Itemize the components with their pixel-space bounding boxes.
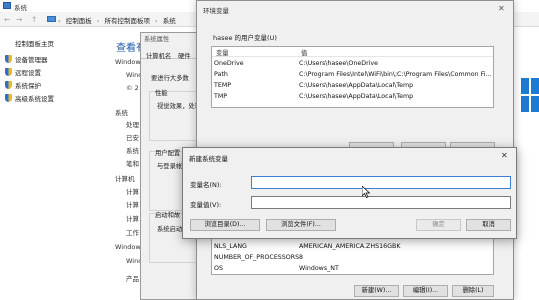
shield-icon <box>5 94 12 102</box>
system-properties-tabs: 计算机名 硬件 <box>141 47 203 60</box>
new-variable-dialog-title: 新建系统变量 <box>189 155 228 163</box>
mouse-cursor-icon <box>362 186 370 198</box>
main-text: 计算 <box>126 188 139 196</box>
main-text: 工作 <box>126 229 139 237</box>
system-variables-list[interactable]: NLS_LANG AMERICAN_AMERICA.ZHS16GBK NUMBE… <box>211 237 494 275</box>
list-item[interactable]: OneDrive C:\Users\hasee\OneDrive <box>212 59 493 70</box>
main-text: 笔和 <box>126 160 139 168</box>
system-window-title: 系统 <box>14 4 27 12</box>
sp-text: 与登录帐 <box>157 163 183 170</box>
forward-arrow-icon[interactable]: → <box>16 15 22 24</box>
main-text: © 2 <box>126 84 139 92</box>
system-edit-button[interactable]: 编辑(I)... <box>403 285 448 297</box>
new-system-variable-dialog: 新建系统变量 ✕ 变量名(N): 变量值(V): 浏览目录(D)... 浏览文件… <box>182 147 517 239</box>
main-text: Window <box>115 58 141 66</box>
startup-recovery-label: 启动和故 <box>155 212 181 219</box>
shield-icon <box>5 55 12 63</box>
control-panel-home-link[interactable]: 控制面板主页 <box>15 38 54 48</box>
browse-file-button[interactable]: 浏览文件(F)... <box>266 219 336 231</box>
main-text: 产品 <box>126 275 139 283</box>
column-header-variable[interactable]: 变量 <box>216 48 229 57</box>
cancel-button[interactable]: 取消 <box>466 219 511 231</box>
browse-directory-button[interactable]: 浏览目录(D)... <box>190 219 260 231</box>
remote-settings-link[interactable]: 远程设置 <box>5 67 41 77</box>
main-text: Window <box>115 243 141 251</box>
close-icon[interactable]: ✕ <box>498 4 505 13</box>
list-item[interactable]: NLS_LANG AMERICAN_AMERICA.ZHS16GBK <box>212 242 493 253</box>
performance-group <box>149 91 201 141</box>
main-text: 计算机 <box>115 175 135 183</box>
breadcrumb-item[interactable]: 所有控制面板项 <box>104 17 150 25</box>
main-text: 系统 <box>115 109 128 117</box>
shield-icon <box>5 81 12 89</box>
tab-hardware[interactable]: 硬件 <box>178 51 191 60</box>
system-delete-button[interactable]: 删除(L) <box>452 285 494 297</box>
advanced-system-settings-link[interactable]: 高级系统设置 <box>5 93 54 103</box>
windows-logo-icon <box>521 78 539 112</box>
device-manager-link[interactable]: 设备管理器 <box>5 54 48 64</box>
close-icon[interactable]: ✕ <box>501 151 508 160</box>
up-arrow-icon[interactable]: ↑ <box>31 15 37 24</box>
system-window-icon <box>3 2 11 9</box>
list-item[interactable]: OS Windows_NT <box>212 264 493 274</box>
variable-value-label: 变量值(V): <box>190 201 222 209</box>
breadcrumb: › 控制面板 › 所有控制面板项 › 系统 <box>58 17 176 25</box>
ok-button[interactable]: 确定 <box>416 219 461 231</box>
computer-icon <box>47 16 56 22</box>
sp-text: 视觉效果，处理 <box>157 103 202 110</box>
variable-value-input[interactable] <box>251 196 511 209</box>
user-variables-list[interactable]: 变量 值 OneDrive C:\Users\hasee\OneDrive Pa… <box>211 46 494 108</box>
sp-text: 系统启动 <box>157 226 183 233</box>
sp-text: 要进行大多数 <box>151 75 189 82</box>
back-arrow-icon[interactable]: ← <box>4 15 10 24</box>
breadcrumb-item[interactable]: 控制面板 <box>66 17 92 25</box>
variable-name-input[interactable] <box>251 176 511 189</box>
list-header: 变量 值 <box>212 47 493 57</box>
list-item[interactable]: TMP C:\Users\hasee\AppData\Local\Temp <box>212 92 493 103</box>
variable-name-label: 变量名(N): <box>190 181 222 189</box>
user-profiles-label: 用户配置 <box>155 150 181 157</box>
list-item[interactable]: Path C:\Program Files\Intel\WiFi\bin\;C:… <box>212 70 493 81</box>
list-item[interactable]: NUMBER_OF_PROCESSORS 8 <box>212 253 493 264</box>
left-pane: 控制面板主页 设备管理器 远程设置 系统保护 高级系统设置 <box>0 27 110 300</box>
breadcrumb-item[interactable]: 系统 <box>163 17 176 25</box>
main-text: 计算 <box>126 201 139 209</box>
system-protection-link[interactable]: 系统保护 <box>5 80 41 90</box>
shield-icon <box>5 68 12 76</box>
system-new-button[interactable]: 新建(W)... <box>354 285 399 297</box>
main-text: 处理 <box>126 121 139 129</box>
tab-computer-name[interactable]: 计算机名 <box>146 51 171 60</box>
user-variables-label: hasee 的用户变量(U) <box>213 34 277 42</box>
env-dialog-title: 环境变量 <box>203 7 229 15</box>
main-text: 计算 <box>126 215 139 223</box>
column-header-value[interactable]: 值 <box>301 48 307 57</box>
system-properties-title: 系统属性 <box>144 36 170 43</box>
main-text: 系统 <box>126 147 139 155</box>
list-item[interactable]: TEMP C:\Users\hasee\AppData\Local\Temp <box>212 81 493 92</box>
main-text: 已安 <box>126 134 139 142</box>
performance-label: 性能 <box>155 90 168 97</box>
